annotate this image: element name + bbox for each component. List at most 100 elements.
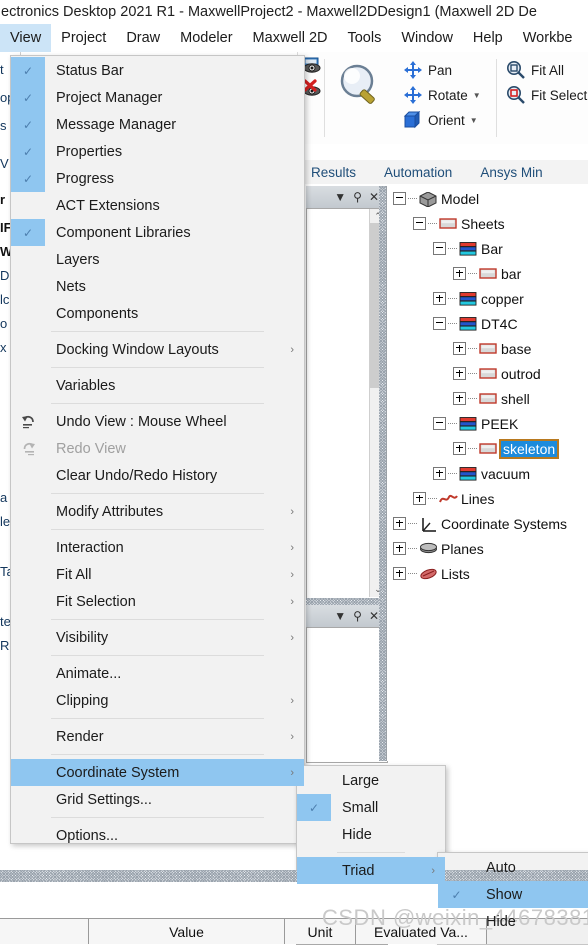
- chevron-down-icon[interactable]: ▼: [470, 116, 478, 125]
- collapse-icon[interactable]: [433, 417, 446, 430]
- tree-node[interactable]: Model: [387, 186, 588, 211]
- fit-selection-button[interactable]: Fit Select: [506, 86, 587, 104]
- menu-item-components[interactable]: Components: [11, 300, 304, 327]
- menu-item-small[interactable]: ✓ Small: [297, 794, 445, 821]
- menu-view[interactable]: View: [0, 24, 52, 52]
- property-grid-column-header[interactable]: [0, 919, 89, 944]
- menu-item-options[interactable]: Options...: [11, 822, 304, 849]
- menu-maxwell-2d[interactable]: Maxwell 2D: [243, 24, 338, 52]
- expand-icon[interactable]: [453, 367, 466, 380]
- menu-item-hide[interactable]: Hide: [297, 821, 445, 848]
- menu-item-auto[interactable]: Auto: [438, 854, 588, 881]
- view-dropdown-menu[interactable]: ✓ Status Bar ✓ Project Manager ✓ Message Mana…: [10, 55, 305, 844]
- menu-item-component-libraries[interactable]: ✓ Component Libraries: [11, 219, 304, 246]
- menu-workbe[interactable]: Workbe: [513, 24, 583, 52]
- menu-draw[interactable]: Draw: [116, 24, 170, 52]
- tab-ansys-min[interactable]: Ansys Min: [466, 165, 556, 180]
- show-all-icon[interactable]: [302, 57, 324, 77]
- tree-node[interactable]: Planes: [387, 536, 588, 561]
- property-grid-column-header[interactable]: Value: [89, 919, 285, 944]
- menu-item-nets[interactable]: Nets: [11, 273, 304, 300]
- tree-node[interactable]: vacuum: [387, 461, 588, 486]
- panel-menu-icon[interactable]: ▼: [334, 610, 346, 622]
- tree-node[interactable]: shell: [387, 386, 588, 411]
- collapse-icon[interactable]: [433, 242, 446, 255]
- menu-item-progress[interactable]: ✓ Progress: [11, 165, 304, 192]
- panel-splitter[interactable]: [306, 598, 386, 605]
- menu-item-modify-attributes[interactable]: Modify Attributes ›: [11, 498, 304, 525]
- tree-node[interactable]: base: [387, 336, 588, 361]
- tree-node[interactable]: Coordinate Systems: [387, 511, 588, 536]
- expand-icon[interactable]: [413, 492, 426, 505]
- menu-item-visibility[interactable]: Visibility ›: [11, 624, 304, 651]
- collapse-icon[interactable]: [433, 317, 446, 330]
- coordinate-system-submenu[interactable]: Large ✓ Small Hide Triad ›: [296, 765, 446, 884]
- menu-item-docking-window-layouts[interactable]: Docking Window Layouts ›: [11, 336, 304, 363]
- menu-item-message-manager[interactable]: ✓ Message Manager: [11, 111, 304, 138]
- menu-item-fit-selection[interactable]: Fit Selection ›: [11, 588, 304, 615]
- menu-item-fit-all[interactable]: Fit All ›: [11, 561, 304, 588]
- menu-item-layers[interactable]: Layers: [11, 246, 304, 273]
- menu-item-render[interactable]: Render ›: [11, 723, 304, 750]
- orient-button[interactable]: Orient ▼: [403, 111, 478, 129]
- menu-item-clear-undo-redo-history[interactable]: Clear Undo/Redo History: [11, 462, 304, 489]
- fit-all-button[interactable]: Fit All: [506, 61, 564, 79]
- menu-item-hide[interactable]: Hide: [438, 908, 588, 935]
- expand-icon[interactable]: [453, 442, 466, 455]
- vertical-splitter[interactable]: [379, 186, 386, 761]
- expand-icon[interactable]: [453, 267, 466, 280]
- expand-icon[interactable]: [393, 567, 406, 580]
- tree-node[interactable]: DT4C: [387, 311, 588, 336]
- close-icon[interactable]: ✕: [369, 610, 379, 622]
- tree-node[interactable]: Bar: [387, 236, 588, 261]
- zoom-icon[interactable]: [333, 61, 387, 116]
- tree-node[interactable]: skeleton: [387, 436, 588, 461]
- menu-item-show[interactable]: ✓ Show: [438, 881, 588, 908]
- menu-item-coordinate-system[interactable]: Coordinate System ›: [11, 759, 304, 786]
- menu-item-animate[interactable]: Animate...: [11, 660, 304, 687]
- menu-window[interactable]: Window: [391, 24, 463, 52]
- collapse-icon[interactable]: [393, 192, 406, 205]
- pin-icon[interactable]: ⚲: [353, 610, 362, 622]
- property-grid-column-header[interactable]: Unit: [285, 919, 356, 944]
- tree-node[interactable]: Lines: [387, 486, 588, 511]
- menu-project[interactable]: Project: [51, 24, 116, 52]
- tree-node[interactable]: copper: [387, 286, 588, 311]
- pan-button[interactable]: Pan: [403, 61, 452, 79]
- collapse-icon[interactable]: [413, 217, 426, 230]
- close-icon[interactable]: ✕: [369, 191, 379, 203]
- expand-icon[interactable]: [453, 342, 466, 355]
- expand-icon[interactable]: [393, 517, 406, 530]
- tab-automation[interactable]: Automation: [370, 165, 466, 180]
- menu-help[interactable]: Help: [463, 24, 513, 52]
- menu-modeler[interactable]: Modeler: [170, 24, 242, 52]
- menu-item-variables[interactable]: Variables: [11, 372, 304, 399]
- chevron-down-icon[interactable]: ▼: [473, 91, 481, 100]
- menu-item-act-extensions[interactable]: ACT Extensions: [11, 192, 304, 219]
- menu-item-clipping[interactable]: Clipping ›: [11, 687, 304, 714]
- menu-item-triad[interactable]: Triad ›: [297, 857, 445, 884]
- panel-menu-icon[interactable]: ▼: [334, 191, 346, 203]
- menu-item-properties[interactable]: ✓ Properties: [11, 138, 304, 165]
- model-tree-panel[interactable]: Model Sheets Bar bar copper DT4C base outrod she…: [386, 186, 588, 761]
- menu-item-undo-view-mouse-wheel[interactable]: Undo View : Mouse Wheel: [11, 408, 304, 435]
- menu-item-large[interactable]: Large: [297, 767, 445, 794]
- hide-all-icon[interactable]: [302, 79, 324, 99]
- menu-item-project-manager[interactable]: ✓ Project Manager: [11, 84, 304, 111]
- expand-icon[interactable]: [453, 392, 466, 405]
- tree-node[interactable]: PEEK: [387, 411, 588, 436]
- tab-results[interactable]: Results: [297, 165, 370, 180]
- rotate-button[interactable]: Rotate ▼: [403, 86, 481, 104]
- menu-tools[interactable]: Tools: [337, 24, 391, 52]
- tree-node[interactable]: Lists: [387, 561, 588, 586]
- pin-icon[interactable]: ⚲: [353, 191, 362, 203]
- tree-node[interactable]: bar: [387, 261, 588, 286]
- tree-node[interactable]: outrod: [387, 361, 588, 386]
- menu-item-status-bar[interactable]: ✓ Status Bar: [11, 57, 304, 84]
- expand-icon[interactable]: [433, 292, 446, 305]
- menu-item-interaction[interactable]: Interaction ›: [11, 534, 304, 561]
- expand-icon[interactable]: [433, 467, 446, 480]
- triad-submenu[interactable]: Auto ✓ Show Hide: [437, 852, 588, 945]
- expand-icon[interactable]: [393, 542, 406, 555]
- tree-node[interactable]: Sheets: [387, 211, 588, 236]
